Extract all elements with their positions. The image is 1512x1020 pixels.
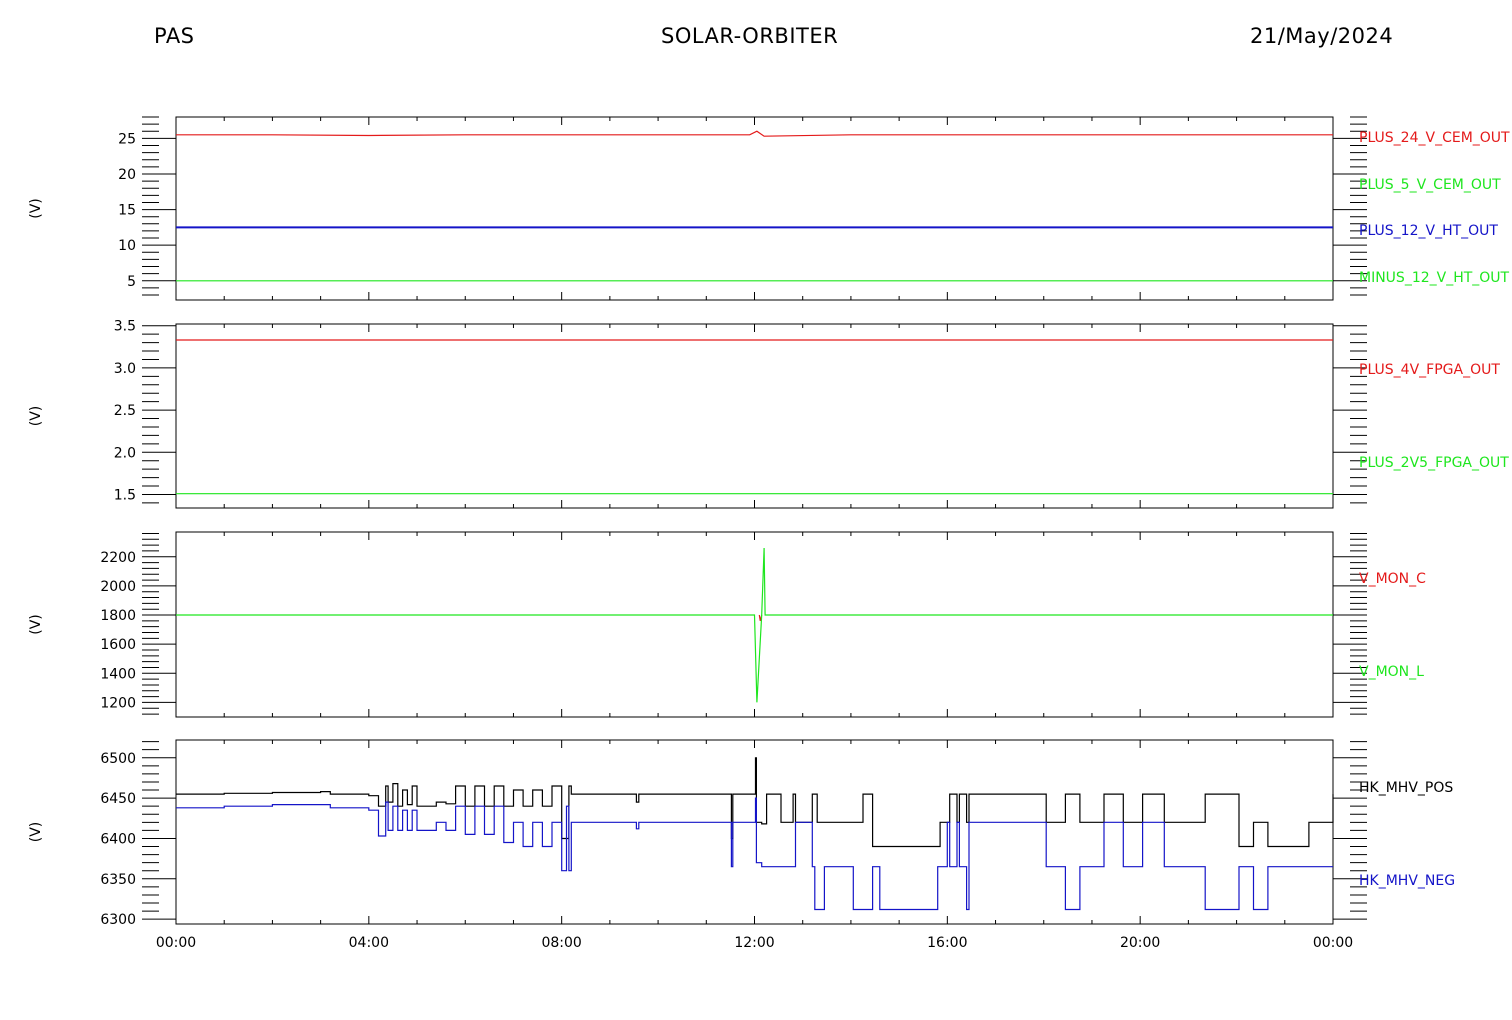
legend-entry-plus-4v-fpga-out: PLUS_4V_FPGA_OUT [1359, 362, 1500, 378]
x-tick-label: 00:00 [156, 935, 196, 951]
y-tick-label: 3.0 [114, 361, 136, 377]
y-tick-label: 6450 [100, 791, 136, 807]
x-tick-label: 20:00 [1120, 935, 1160, 951]
y-axis-label: (V) [28, 614, 44, 635]
series-line-hk-mhv-neg [176, 797, 1333, 911]
y-axis-label: (V) [28, 406, 44, 427]
x-tick-label: 12:00 [734, 935, 774, 951]
y-tick-label: 2000 [100, 579, 136, 595]
y-tick-label: 10 [118, 238, 136, 254]
y-tick-label: 6500 [100, 751, 136, 767]
y-tick-label: 25 [118, 131, 136, 147]
y-axis-label: (V) [28, 822, 44, 843]
x-tick-label: 04:00 [349, 935, 389, 951]
x-tick-label: 08:00 [541, 935, 581, 951]
legend-entry-hk-mhv-pos: HK_MHV_POS [1359, 780, 1453, 796]
legend-entry-plus-2v5-fpga-out: PLUS_2V5_FPGA_OUT [1359, 455, 1509, 471]
y-tick-label: 2.0 [114, 445, 136, 461]
x-tick-label: 00:00 [1313, 935, 1353, 951]
chart-canvas: 5 10 15 20 25 (V) PLUS_24_V_CEM_OUT PLUS_5_V_CE… [28, 116, 1510, 951]
y-tick-label: 1.5 [114, 487, 136, 503]
legend-entry-v-mon-l: V_MON_L [1359, 664, 1424, 680]
y-tick-label: 6350 [100, 872, 136, 888]
series-line-plus-24-v-cem-out [176, 130, 1333, 137]
legend-entry-plus-5-v-cem-out: PLUS_5_V_CEM_OUT [1359, 177, 1501, 193]
y-tick-label: 6300 [100, 912, 136, 928]
panel-frame [175, 739, 1334, 925]
y-tick-label: 1600 [100, 637, 136, 653]
y-tick-label: 2200 [100, 550, 136, 566]
y-tick-label: 1400 [100, 666, 136, 682]
y-tick-label: 20 [118, 167, 136, 183]
y-tick-label: 6400 [100, 831, 136, 847]
legend-entry-plus-24-v-cem-out: PLUS_24_V_CEM_OUT [1359, 130, 1510, 146]
y-tick-label: 1800 [100, 608, 136, 624]
panel-frame [175, 323, 1334, 509]
y-tick-label: 1200 [100, 695, 136, 711]
legend-entry-hk-mhv-neg: HK_MHV_NEG [1359, 873, 1455, 889]
x-tick-label: 16:00 [927, 935, 967, 951]
y-tick-label: 3.5 [114, 319, 136, 335]
y-tick-label: 2.5 [114, 403, 136, 419]
y-tick-label: 15 [118, 203, 136, 219]
legend-entry-minus-12-v-ht-out: MINUS_12_V_HT_OUT [1359, 270, 1510, 286]
y-axis-label: (V) [28, 198, 44, 219]
series-line-hk-mhv-pos [176, 757, 1334, 848]
panel-frame [175, 116, 1334, 301]
legend-entry-v-mon-c: V_MON_C [1359, 571, 1426, 587]
y-tick-label: 5 [127, 274, 136, 290]
series-line-v-mon-l [176, 547, 1333, 703]
legend-entry-plus-12-v-ht-out: PLUS_12_V_HT_OUT [1359, 223, 1498, 239]
